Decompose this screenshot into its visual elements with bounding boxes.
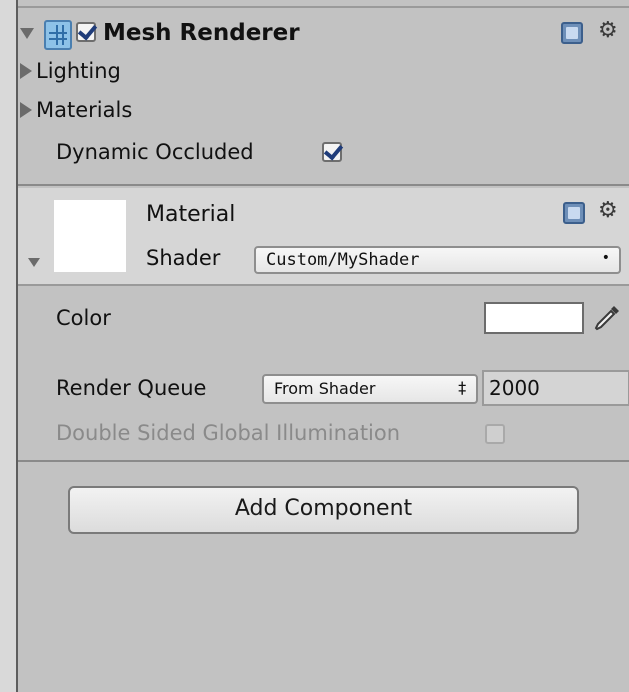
window-left-edge [0,0,18,692]
gear-icon[interactable]: ⚙ [598,20,618,42]
shader-dropdown[interactable]: Custom/MyShader • [254,246,621,274]
eyedropper-icon[interactable] [592,303,622,333]
mesh-renderer-enabled-checkbox[interactable] [76,22,96,42]
lighting-foldout-label[interactable]: Lighting [36,59,121,83]
mesh-renderer-icon [44,20,72,50]
add-component-button[interactable]: Add Component [68,486,579,534]
color-label: Color [56,306,111,330]
render-queue-mode-dropdown[interactable]: From Shader ‡ [262,374,478,404]
render-queue-label: Render Queue [56,376,207,400]
render-queue-number-field[interactable]: 2000 [482,370,629,406]
materials-foldout-label[interactable]: Materials [36,98,132,122]
gear-icon[interactable]: ⚙ [598,200,618,222]
mesh-renderer-header[interactable]: Mesh Renderer ⚙ [18,14,629,58]
fold-triangle-icon[interactable] [20,28,34,39]
material-title: Material [146,202,236,227]
help-icon[interactable] [561,22,583,44]
double-sided-gi-label: Double Sided Global Illumination [56,421,401,445]
shader-dropdown-value: Custom/MyShader [266,250,420,270]
materials-foldout-icon[interactable] [20,102,32,118]
render-queue-number-value: 2000 [489,376,540,400]
render-queue-mode-value: From Shader [274,379,376,398]
help-icon[interactable] [563,202,585,224]
dropdown-arrow-icon: • [601,250,610,266]
divider [18,460,629,462]
divider [18,284,629,286]
color-field[interactable] [484,302,584,334]
lighting-foldout-icon[interactable] [20,63,32,79]
material-header: Material ⚙ Shader Custom/MyShader • [18,188,629,284]
shader-label: Shader [146,246,221,270]
dynamic-occluded-label: Dynamic Occluded [56,140,254,164]
inspector-panel: Mesh Renderer ⚙ Lighting Materials Dynam… [18,0,629,692]
double-sided-gi-checkbox[interactable] [485,424,505,444]
divider [18,184,629,186]
dropdown-arrow-icon: ‡ [457,378,467,397]
material-preview-thumbnail[interactable] [54,200,126,272]
material-fold-triangle-icon[interactable] [28,258,40,267]
dynamic-occluded-checkbox[interactable] [322,142,342,162]
mesh-renderer-title: Mesh Renderer [103,20,300,46]
divider [18,6,629,8]
